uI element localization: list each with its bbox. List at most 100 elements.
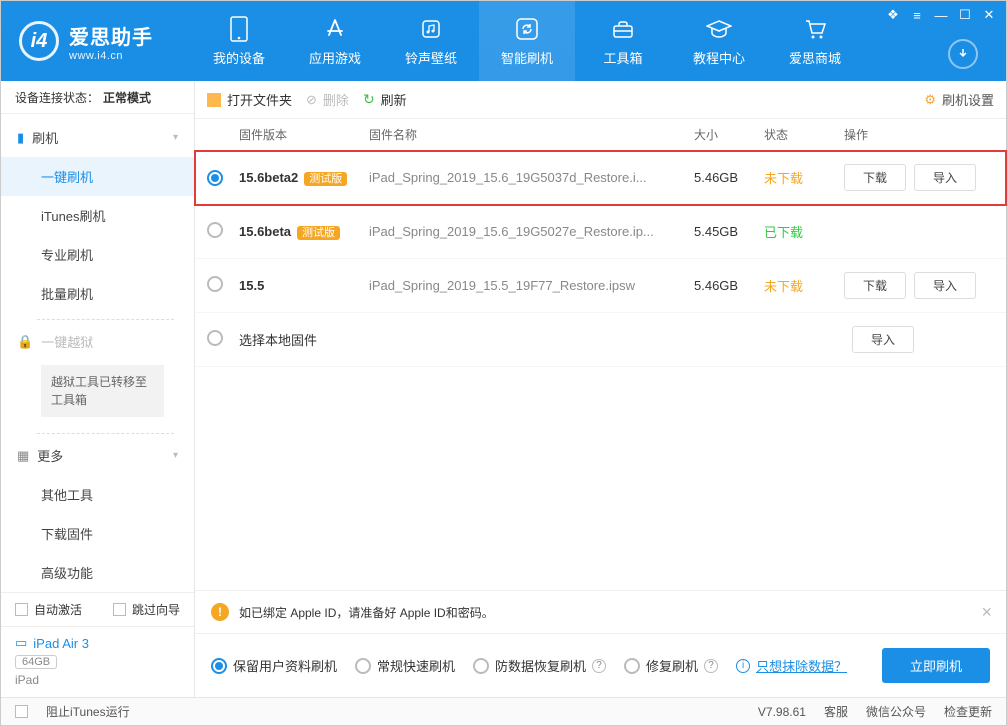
row-radio[interactable] bbox=[207, 222, 223, 238]
row-radio[interactable] bbox=[207, 170, 223, 186]
beta-badge: 测试版 bbox=[297, 226, 340, 240]
row-version: 15.6beta2测试版 bbox=[239, 170, 369, 186]
import-button[interactable]: 导入 bbox=[914, 164, 976, 191]
nav-ringtone[interactable]: 铃声壁纸 bbox=[383, 1, 479, 81]
opt-keep-data[interactable]: 保留用户资料刷机 bbox=[211, 656, 337, 675]
row-size: 5.45GB bbox=[694, 224, 764, 239]
local-import-button[interactable]: 导入 bbox=[852, 326, 914, 353]
gear-icon: ⚙ bbox=[924, 92, 936, 108]
row-status: 未下载 bbox=[764, 276, 844, 295]
help-icon[interactable]: ? bbox=[704, 659, 718, 673]
sidebar-item-download[interactable]: 下载固件 bbox=[1, 514, 194, 553]
lock-icon: 🔒 bbox=[17, 334, 33, 350]
chevron-down-icon: ▾ bbox=[173, 450, 178, 461]
auto-activate-checkbox[interactable] bbox=[15, 603, 28, 616]
music-icon bbox=[418, 16, 444, 42]
connection-status: 设备连接状态： 正常模式 bbox=[1, 81, 194, 114]
download-ring-icon[interactable] bbox=[948, 39, 978, 69]
sidebar-item-advanced[interactable]: 高级功能 bbox=[1, 553, 194, 592]
bottom-panel: ! 如已绑定 Apple ID，请准备好 Apple ID和密码。 × 保留用户… bbox=[195, 590, 1006, 697]
refresh-button[interactable]: ↻刷新 bbox=[363, 90, 407, 109]
app-header: i4 爱思助手 www.i4.cn 我的设备 应用游戏 铃声壁纸 智能刷机 工具… bbox=[1, 1, 1006, 81]
maximize-button[interactable]: ☐ bbox=[954, 5, 976, 25]
radio-local[interactable] bbox=[207, 330, 223, 346]
delete-button[interactable]: ⊘删除 bbox=[306, 90, 349, 109]
nav-toolbox[interactable]: 工具箱 bbox=[575, 1, 671, 81]
radio-icon bbox=[473, 658, 489, 674]
version-label: V7.98.61 bbox=[758, 705, 806, 719]
sidebar-item-batch[interactable]: 批量刷机 bbox=[1, 274, 194, 313]
refresh-icon: ↻ bbox=[363, 91, 375, 108]
sidebar-more-head[interactable]: ▦ 更多 ▾ bbox=[1, 436, 194, 475]
check-update-link[interactable]: 检查更新 bbox=[944, 703, 992, 720]
download-button[interactable]: 下载 bbox=[844, 164, 906, 191]
auto-activate-row: 自动激活 跳过向导 bbox=[1, 592, 194, 626]
sidebar-item-pro[interactable]: 专业刷机 bbox=[1, 235, 194, 274]
app-url: www.i4.cn bbox=[69, 50, 153, 62]
table-row: 15.6beta测试版iPad_Spring_2019_15.6_19G5027… bbox=[195, 205, 1006, 259]
sidebar-item-other[interactable]: 其他工具 bbox=[1, 475, 194, 514]
appstore-icon bbox=[322, 16, 348, 42]
info-icon: i bbox=[736, 659, 750, 673]
opt-repair[interactable]: 修复刷机? bbox=[624, 656, 718, 675]
import-button[interactable]: 导入 bbox=[914, 272, 976, 299]
window-controls: ❖ ≡ — ☐ ✕ bbox=[882, 5, 1000, 25]
nav-store[interactable]: 爱思商城 bbox=[767, 1, 863, 81]
th-version: 固件版本 bbox=[239, 126, 369, 143]
opt-anti-recover[interactable]: 防数据恢复刷机? bbox=[473, 656, 606, 675]
block-itunes-checkbox[interactable] bbox=[15, 705, 28, 718]
row-size: 5.46GB bbox=[694, 278, 764, 293]
device-storage: 64GB bbox=[15, 655, 57, 669]
logo-icon: i4 bbox=[19, 21, 59, 61]
main-panel: 打开文件夹 ⊘删除 ↻刷新 ⚙刷机设置 固件版本 固件名称 大小 状态 操作 1… bbox=[195, 81, 1006, 697]
flash-now-button[interactable]: 立即刷机 bbox=[882, 648, 990, 683]
open-folder-button[interactable]: 打开文件夹 bbox=[207, 90, 292, 109]
radio-icon bbox=[211, 658, 227, 674]
skip-wizard-checkbox[interactable] bbox=[113, 603, 126, 616]
tablet-icon: ▭ bbox=[15, 635, 27, 651]
device-card[interactable]: ▭ iPad Air 3 64GB iPad bbox=[1, 626, 194, 697]
menu-button[interactable]: ≡ bbox=[906, 5, 928, 25]
download-button[interactable]: 下载 bbox=[844, 272, 906, 299]
row-radio[interactable] bbox=[207, 276, 223, 292]
graduation-icon bbox=[706, 16, 732, 42]
wechat-link[interactable]: 微信公众号 bbox=[866, 703, 926, 720]
phone-small-icon: ▮ bbox=[17, 130, 24, 146]
th-name: 固件名称 bbox=[369, 126, 694, 143]
help-icon[interactable]: ? bbox=[592, 659, 606, 673]
row-version: 15.6beta测试版 bbox=[239, 224, 369, 240]
warning-icon: ! bbox=[211, 603, 229, 621]
appleid-notice: ! 如已绑定 Apple ID，请准备好 Apple ID和密码。 × bbox=[195, 591, 1006, 634]
sidebar-item-oneclick[interactable]: 一键刷机 bbox=[1, 157, 194, 196]
table-row: 15.5iPad_Spring_2019_15.5_19F77_Restore.… bbox=[195, 259, 1006, 313]
row-filename: iPad_Spring_2019_15.6_19G5037d_Restore.i… bbox=[369, 170, 694, 185]
notice-close-button[interactable]: × bbox=[981, 602, 992, 623]
row-filename: iPad_Spring_2019_15.5_19F77_Restore.ipsw bbox=[369, 278, 694, 293]
th-size: 大小 bbox=[694, 126, 764, 143]
row-size: 5.46GB bbox=[694, 170, 764, 185]
delete-icon: ⊘ bbox=[306, 92, 317, 108]
chevron-down-icon: ▾ bbox=[173, 132, 178, 143]
folder-icon bbox=[207, 93, 221, 107]
nav-tutorial[interactable]: 教程中心 bbox=[671, 1, 767, 81]
theme-button[interactable]: ❖ bbox=[882, 5, 904, 25]
sidebar: 设备连接状态： 正常模式 ▮ 刷机 ▾ 一键刷机 iTunes刷机 专业刷机 批… bbox=[1, 81, 195, 697]
flash-settings-button[interactable]: ⚙刷机设置 bbox=[924, 90, 994, 109]
table-header: 固件版本 固件名称 大小 状态 操作 bbox=[195, 119, 1006, 151]
minimize-button[interactable]: — bbox=[930, 5, 952, 25]
toolbox-icon bbox=[610, 16, 636, 42]
sidebar-jailbreak-head[interactable]: 🔒 一键越狱 bbox=[1, 322, 194, 361]
sidebar-item-itunes[interactable]: iTunes刷机 bbox=[1, 196, 194, 235]
nav-flash[interactable]: 智能刷机 bbox=[479, 1, 575, 81]
beta-badge: 测试版 bbox=[304, 172, 347, 186]
sidebar-flash-head[interactable]: ▮ 刷机 ▾ bbox=[1, 118, 194, 157]
erase-only-link[interactable]: i只想抹除数据？ bbox=[736, 656, 847, 675]
nav-apps[interactable]: 应用游戏 bbox=[287, 1, 383, 81]
row-filename: iPad_Spring_2019_15.6_19G5027e_Restore.i… bbox=[369, 224, 694, 239]
table-row: 15.6beta2测试版iPad_Spring_2019_15.6_19G503… bbox=[195, 151, 1006, 205]
nav-my-device[interactable]: 我的设备 bbox=[191, 1, 287, 81]
close-button[interactable]: ✕ bbox=[978, 5, 1000, 25]
opt-normal[interactable]: 常规快速刷机 bbox=[355, 656, 455, 675]
support-link[interactable]: 客服 bbox=[824, 703, 848, 720]
grid-icon: ▦ bbox=[17, 448, 29, 464]
